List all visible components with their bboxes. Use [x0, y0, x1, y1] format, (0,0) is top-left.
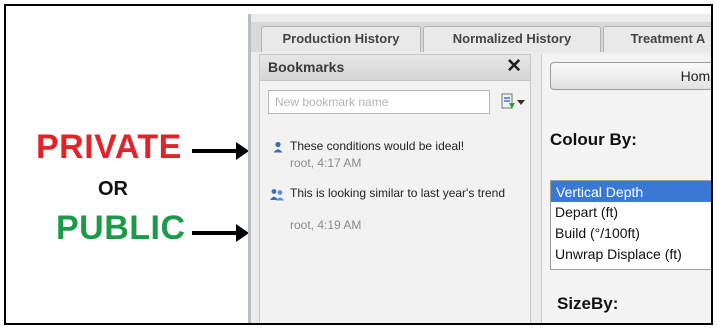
- or-annotation: OR: [98, 178, 128, 200]
- chevron-down-icon: [517, 100, 525, 105]
- colour-option-depart[interactable]: Depart (ft): [551, 202, 711, 223]
- private-annotation: PRIVATE: [36, 128, 182, 166]
- display-options-panel: Home Colour By: Vertical Depth Depart (f…: [541, 54, 711, 323]
- colour-by-label: Colour By:: [550, 130, 637, 149]
- bookmarks-panel: Bookmarks ✕ These conditions would: [259, 54, 531, 323]
- single-user-icon: [273, 141, 283, 153]
- public-annotation: PUBLIC: [56, 209, 186, 247]
- colour-option-vertical-depth[interactable]: Vertical Depth: [551, 181, 711, 202]
- arrow-to-private-item: [192, 142, 249, 160]
- bookmark-meta: root, 4:19 AM: [290, 218, 362, 232]
- close-icon[interactable]: ✕: [506, 56, 522, 78]
- colour-option-unwrap-displace[interactable]: Unwrap Displace (ft): [551, 244, 711, 265]
- tab-treatment[interactable]: Treatment A: [603, 26, 711, 52]
- bookmark-text: This is looking similar to last year's t…: [290, 186, 506, 200]
- tab-production-history[interactable]: Production History: [261, 26, 421, 52]
- bookmark-name-input[interactable]: [268, 90, 490, 114]
- bookmarks-header: Bookmarks ✕: [260, 55, 530, 81]
- bookmark-meta: root, 4:17 AM: [290, 156, 362, 170]
- tab-normalized-history[interactable]: Normalized History: [423, 26, 601, 52]
- colour-by-listbox[interactable]: Vertical Depth Depart (ft) Build (°/100f…: [550, 180, 711, 270]
- tab-bar: Production History Normalized History Tr…: [251, 22, 711, 52]
- arrow-to-public-item: [192, 224, 249, 242]
- group-users-icon: [270, 189, 284, 201]
- add-bookmark-button[interactable]: [498, 91, 526, 113]
- screenshot-frame: PRIVATE OR PUBLIC Production History Nor…: [4, 4, 713, 325]
- colour-option-build[interactable]: Build (°/100ft): [551, 223, 711, 244]
- size-by-label: SizeBy:: [557, 294, 619, 313]
- bookmark-add-icon: [501, 93, 515, 109]
- bookmark-text: These conditions would be ideal!: [290, 139, 465, 153]
- home-button[interactable]: Home: [550, 62, 711, 90]
- application-window: Production History Normalized History Tr…: [248, 14, 711, 323]
- bookmarks-title: Bookmarks: [268, 59, 345, 75]
